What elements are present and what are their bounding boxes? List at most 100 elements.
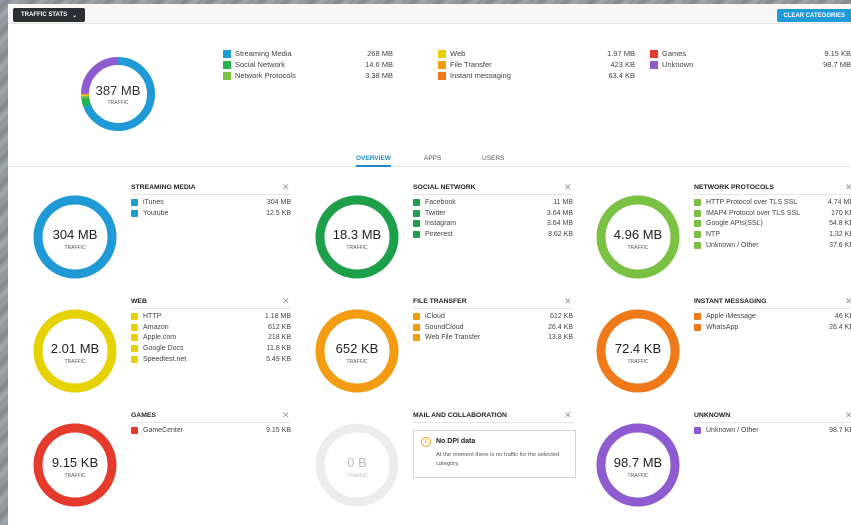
app-row[interactable]: iTunes 304 MB xyxy=(131,197,291,208)
category-total-label: TRAFFIC xyxy=(627,245,649,251)
category-title: UNKNOWN xyxy=(694,412,731,419)
close-icon[interactable]: ✕ xyxy=(282,410,290,421)
app-row[interactable]: Unknown / Other 37.6 KB xyxy=(694,240,851,251)
app-row[interactable]: Facebook 11 MB xyxy=(413,197,573,208)
legend-label: Games xyxy=(662,49,687,58)
app-row[interactable]: NTP 1.32 KB xyxy=(694,229,851,240)
app-row[interactable]: HTTP 1.18 MB xyxy=(131,311,291,322)
legend-item[interactable]: Games 9.15 KB xyxy=(650,48,851,59)
tab-users[interactable]: USERS xyxy=(482,155,504,162)
legend-value: 9.15 KB xyxy=(824,49,851,58)
category-card: 652 KB TRAFFIC FILE TRANSFER ✕ iCloud 612 KB S… xyxy=(290,296,573,410)
close-icon[interactable]: ✕ xyxy=(282,296,290,307)
view-tabs: OVERVIEW APPS USERS xyxy=(8,149,851,167)
close-icon[interactable]: ✕ xyxy=(845,296,851,307)
summary-donut: 387 MB TRAFFIC xyxy=(80,56,156,132)
app-row[interactable]: iCloud 612 KB xyxy=(413,311,573,322)
category-title: STREAMING MEDIA xyxy=(131,184,196,191)
app-value: 218 KB xyxy=(268,334,291,342)
app-name: Amazon xyxy=(143,323,169,331)
app-icon xyxy=(413,323,420,331)
category-total: 4.96 MB xyxy=(613,227,663,242)
app-row[interactable]: Youtube 12.5 KB xyxy=(131,208,291,219)
divider xyxy=(413,194,573,195)
legend-value: 98.7 MB xyxy=(823,60,851,69)
clear-categories-button[interactable]: CLEAR CATEGORIES xyxy=(777,9,851,22)
app-icon xyxy=(694,230,701,238)
category-total: 652 KB xyxy=(335,341,379,356)
app-row[interactable]: HTTP Protocol over TLS SSL 4.74 MB xyxy=(694,197,851,208)
category-donut: 9.15 KB TRAFFIC xyxy=(32,422,118,508)
category-donut: 18.3 MB TRAFFIC xyxy=(314,194,400,280)
summary-total-label: TRAFFIC xyxy=(107,100,129,106)
app-row[interactable]: Google Docs 11.8 KB xyxy=(131,343,291,354)
category-total: 72.4 KB xyxy=(614,341,662,356)
category-total-label: TRAFFIC xyxy=(64,359,86,365)
app-icon xyxy=(131,426,138,434)
category-total-label: TRAFFIC xyxy=(64,245,86,251)
category-title: GAMES xyxy=(131,412,156,419)
app-row[interactable]: Instagram 3.64 MB xyxy=(413,218,573,229)
category-total: 304 MB xyxy=(52,227,98,242)
legend-item[interactable]: Network Protocols 3.38 MB xyxy=(223,70,431,81)
legend-swatch xyxy=(650,49,658,58)
legend-item[interactable]: Streaming Media 268 MB xyxy=(223,48,431,59)
legend-item[interactable]: Social Network 14.6 MB xyxy=(223,59,431,70)
app-icon xyxy=(694,323,701,331)
app-value: 11.8 KB xyxy=(266,344,291,352)
app-value: 26.4 KB xyxy=(829,323,851,331)
divider xyxy=(131,422,291,423)
close-icon[interactable]: ✕ xyxy=(845,410,851,421)
app-icon xyxy=(131,198,138,206)
app-name: Facebook xyxy=(425,198,456,206)
category-card: 0 B TRAFFIC MAIL AND COLLABORATION ✕ i No DPI… xyxy=(290,410,576,524)
traffic-stats-dropdown[interactable]: TRAFFIC STATS ⌄ xyxy=(13,8,86,22)
app-row[interactable]: Unknown / Other 98.7 KB xyxy=(694,425,851,436)
close-icon[interactable]: ✕ xyxy=(845,182,851,193)
app-row[interactable]: GameCenter 9.15 KB xyxy=(131,425,291,436)
app-row[interactable]: Google APIs(SSL) 54.8 KB xyxy=(694,218,851,229)
clear-categories-label: CLEAR CATEGORIES xyxy=(783,12,845,19)
legend-item[interactable]: File Transfer 423 KB xyxy=(438,59,643,70)
app-row[interactable]: Amazon 612 KB xyxy=(131,322,291,333)
category-card: 9.15 KB TRAFFIC GAMES ✕ GameCenter 9.15 KB xyxy=(8,410,291,524)
category-total-label: TRAFFIC xyxy=(627,359,649,365)
app-icon xyxy=(413,230,420,238)
legend-swatch xyxy=(438,49,446,58)
legend-item[interactable]: Unknown 98.7 MB xyxy=(650,59,851,70)
app-name: Apple iMessage xyxy=(706,312,756,320)
app-icon xyxy=(413,312,420,320)
app-row[interactable]: Apple iMessage 46 KB xyxy=(694,311,851,322)
app-row[interactable]: Twitter 3.64 MB xyxy=(413,208,573,219)
app-icon xyxy=(694,198,701,206)
app-row[interactable]: Web File Transfer 13.8 KB xyxy=(413,332,573,343)
app-row[interactable]: SoundCloud 26.4 KB xyxy=(413,322,573,333)
legend-label: Social Network xyxy=(235,60,286,69)
legend-item[interactable]: Web 1.97 MB xyxy=(438,48,643,59)
legend-value: 63.4 KB xyxy=(608,71,635,80)
category-title: FILE TRANSFER xyxy=(413,298,467,305)
traffic-stats-label: TRAFFIC STATS xyxy=(21,12,68,18)
app-row[interactable]: IMAP4 Protocol over TLS SSL 170 KB xyxy=(694,208,851,219)
app-icon xyxy=(413,209,420,217)
legend-item[interactable]: Instant messaging 63.4 KB xyxy=(438,70,643,81)
app-row[interactable]: Speedtest.net 5.49 KB xyxy=(131,354,291,365)
tab-overview[interactable]: OVERVIEW xyxy=(356,155,391,167)
divider xyxy=(694,194,851,195)
category-card: 304 MB TRAFFIC STREAMING MEDIA ✕ iTunes 304 M… xyxy=(8,182,291,296)
app-row[interactable]: Pinterest 8.62 KB xyxy=(413,229,573,240)
app-row[interactable]: WhatsApp 26.4 KB xyxy=(694,322,851,333)
legend-label: Unknown xyxy=(662,60,694,69)
app-value: 8.62 KB xyxy=(548,230,573,238)
app-name: Google Docs xyxy=(143,344,184,352)
category-donut: 304 MB TRAFFIC xyxy=(32,194,118,280)
close-icon[interactable]: ✕ xyxy=(282,182,290,193)
tab-apps[interactable]: APPS xyxy=(424,155,441,162)
app-row[interactable]: Apple.com 218 KB xyxy=(131,332,291,343)
app-icon xyxy=(131,323,138,331)
app-name: HTTP Protocol over TLS SSL xyxy=(706,198,798,206)
app-value: 46 KB xyxy=(834,312,851,320)
app-value: 4.74 MB xyxy=(827,198,851,206)
app-list: Unknown / Other 98.7 KB xyxy=(694,425,851,436)
app-list: Facebook 11 MB Twitter 3.64 MB Instagram 3.64… xyxy=(413,197,573,240)
